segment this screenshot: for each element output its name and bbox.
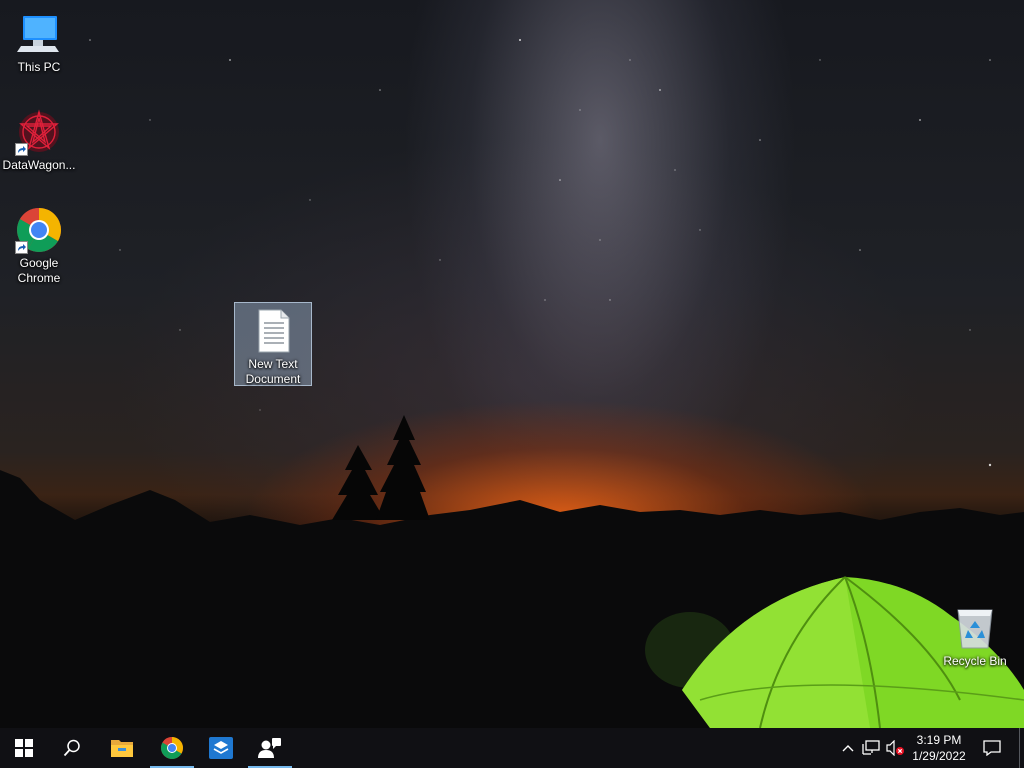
show-hidden-icons-button[interactable]	[838, 728, 858, 768]
desktop-icon-label: This PC	[17, 60, 61, 74]
stars	[89, 39, 992, 467]
taskbar: 3:19 PM 1/29/2022	[0, 728, 1024, 768]
shortcut-arrow-icon	[15, 241, 28, 254]
action-center-button[interactable]	[978, 728, 1006, 768]
desktop-icon-label: DataWagon...	[2, 158, 76, 172]
network-button[interactable]	[860, 728, 882, 768]
search-button[interactable]	[48, 728, 96, 768]
recycle-bin-icon	[951, 604, 999, 652]
taskbar-app-box[interactable]	[197, 728, 245, 768]
wallpaper-scene	[0, 39, 1024, 728]
desktop-icon-label: Google Chrome	[17, 256, 61, 285]
taskbar-clock[interactable]: 3:19 PM 1/29/2022	[906, 728, 972, 768]
action-center-icon	[983, 740, 1001, 756]
app-box-icon	[209, 737, 233, 759]
desktop-icon-google-chrome[interactable]: Google Chrome	[0, 202, 78, 286]
desktop-icon-label: New Text Document	[245, 357, 301, 386]
taskbar-file-explorer[interactable]	[98, 728, 146, 768]
volume-button[interactable]	[884, 728, 906, 768]
show-desktop-button[interactable]	[1019, 728, 1020, 768]
file-explorer-icon	[111, 740, 133, 757]
desktop-icon-label: Recycle Bin	[943, 654, 1007, 668]
start-button[interactable]	[0, 728, 48, 768]
datawagon-icon	[15, 108, 63, 156]
clock-time: 3:19 PM	[916, 733, 962, 747]
chevron-up-icon	[842, 745, 854, 752]
shortcut-arrow-icon	[15, 143, 28, 156]
chrome-icon	[15, 206, 63, 254]
taskbar-people-app[interactable]	[246, 728, 294, 768]
people-app-icon	[258, 738, 281, 758]
search-icon	[63, 739, 80, 757]
desktop-icon-datawagon[interactable]: DataWagon...	[0, 104, 78, 173]
chrome-icon	[161, 737, 183, 759]
text-document-icon	[249, 307, 297, 355]
this-pc-icon	[15, 10, 63, 58]
windows-logo-icon	[15, 739, 33, 757]
desktop-wallpaper	[0, 0, 1024, 728]
volume-muted-icon	[886, 740, 904, 756]
desktop-icon-recycle-bin[interactable]: Recycle Bin	[936, 600, 1014, 669]
clock-date: 1/29/2022	[912, 749, 966, 763]
taskbar-chrome[interactable]	[148, 728, 196, 768]
desktop-icon-this-pc[interactable]: This PC	[0, 6, 78, 75]
pine-trees	[332, 415, 430, 520]
network-icon	[862, 740, 880, 755]
desktop-icon-new-text-document[interactable]: New Text Document	[234, 302, 312, 386]
